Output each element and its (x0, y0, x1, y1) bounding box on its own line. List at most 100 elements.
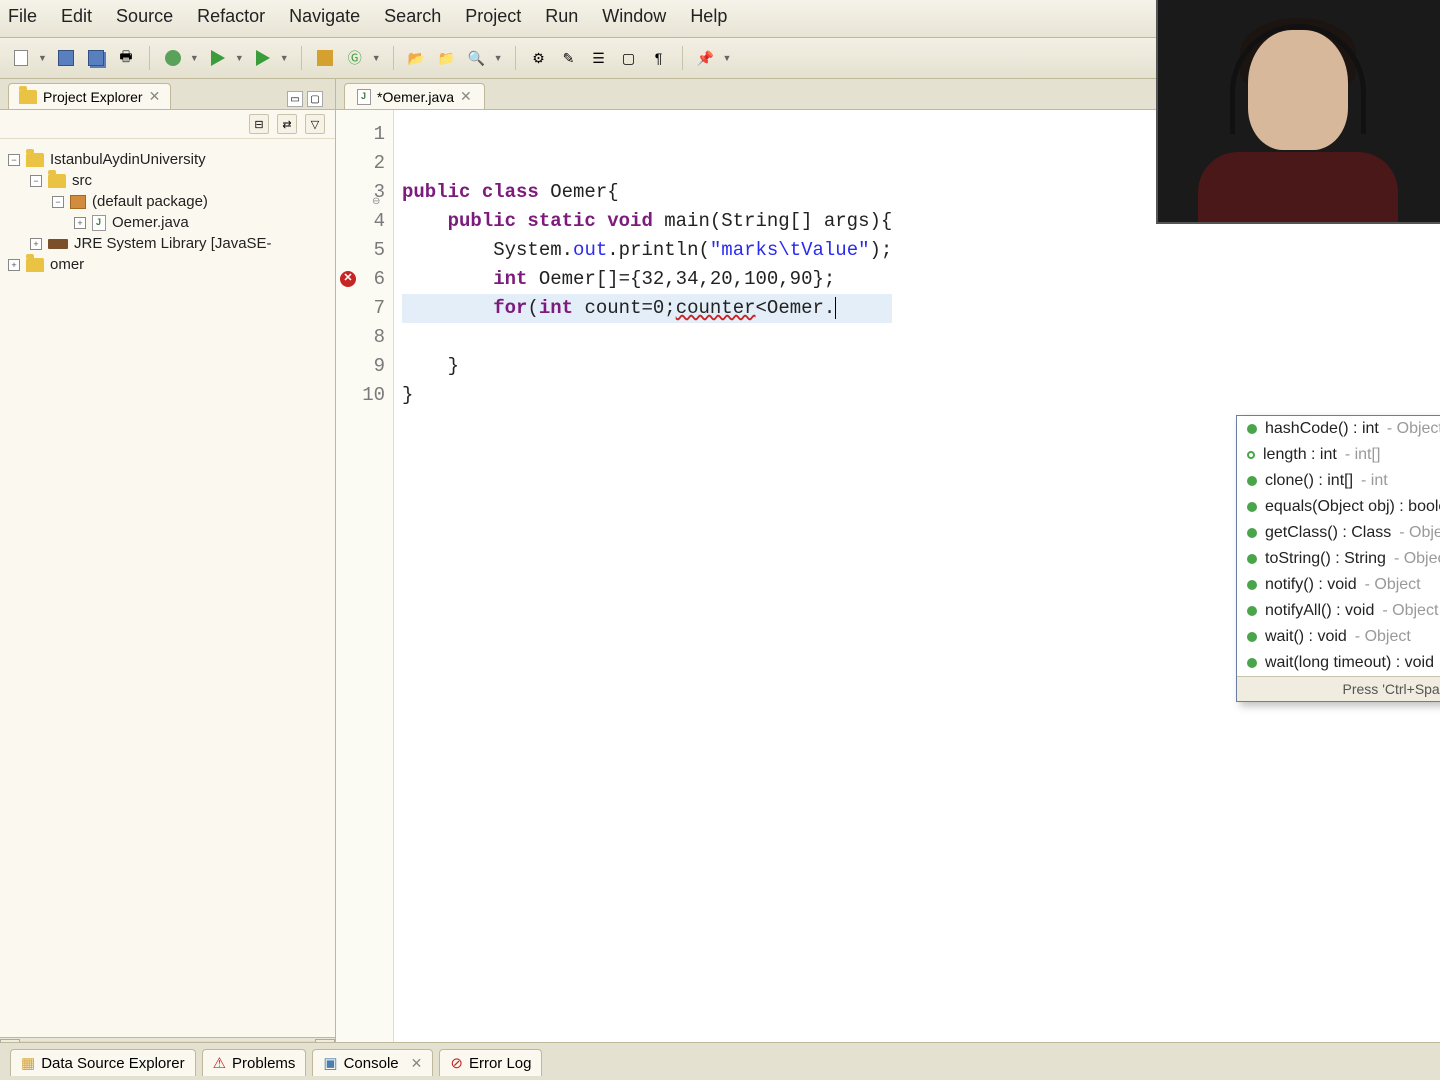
save-button[interactable] (55, 47, 77, 69)
method-icon (1247, 451, 1255, 459)
autocomplete-item[interactable]: toString() : String - Object (1237, 546, 1440, 572)
pin-button[interactable]: 📌 (695, 47, 717, 69)
close-icon[interactable]: ✕ (460, 88, 472, 105)
package-icon (70, 195, 86, 209)
project-explorer-tab[interactable]: Project Explorer ✕ (8, 83, 171, 109)
debug-button[interactable] (162, 47, 184, 69)
collapse-icon[interactable]: − (30, 175, 42, 187)
autocomplete-item[interactable]: wait(long timeout) : void - Object (1237, 650, 1440, 676)
mark-button[interactable]: ✎ (558, 47, 580, 69)
expand-icon[interactable]: + (74, 217, 86, 229)
menu-search[interactable]: Search (384, 6, 441, 27)
minimize-icon[interactable]: ▭ (287, 91, 303, 107)
autocomplete-popup[interactable]: hashCode() : int - Objectlength : int - … (1236, 415, 1440, 702)
autocomplete-hint: Press 'Ctrl+Space' to show Template P (1237, 676, 1440, 701)
editor-tab[interactable]: *Oemer.java ✕ (344, 83, 485, 109)
autocomplete-item[interactable]: hashCode() : int - Object (1237, 416, 1440, 442)
project-tree[interactable]: −IstanbulAydinUniversity −src −(default … (0, 139, 335, 1037)
suggestion-origin: - Object (1355, 628, 1411, 646)
tree-other-project[interactable]: omer (50, 256, 84, 273)
show-para-button[interactable]: ¶ (648, 47, 670, 69)
new-icon (14, 50, 28, 66)
new-package-button[interactable] (314, 47, 336, 69)
autocomplete-item[interactable]: notifyAll() : void - Object (1237, 598, 1440, 624)
error-icon[interactable]: ✕ (340, 271, 356, 287)
menu-window[interactable]: Window (602, 6, 666, 27)
menu-file[interactable]: File (8, 6, 37, 27)
dropdown-icon[interactable]: ▼ (494, 53, 503, 63)
method-icon (1247, 476, 1257, 486)
editor-tab-label: *Oemer.java (377, 89, 454, 105)
link-editor-button[interactable]: ⇄ (277, 114, 297, 134)
menu-navigate[interactable]: Navigate (289, 6, 360, 27)
method-icon (1247, 528, 1257, 538)
suggestion-origin: - int[] (1345, 446, 1381, 464)
suggestion-signature: clone() : int[] (1265, 472, 1353, 490)
view-menu-button[interactable]: ▽ (305, 114, 325, 134)
method-icon (1247, 658, 1257, 668)
dropdown-icon[interactable]: ▼ (235, 53, 244, 63)
autocomplete-item[interactable]: getClass() : Class - Object (1237, 520, 1440, 546)
tree-package[interactable]: (default package) (92, 193, 208, 210)
tree-file[interactable]: Oemer.java (112, 214, 189, 231)
tab-error-log[interactable]: ⊘Error Log (439, 1049, 542, 1076)
folder-icon (19, 90, 37, 104)
run-icon (211, 50, 225, 66)
menu-refactor[interactable]: Refactor (197, 6, 265, 27)
dropdown-icon[interactable]: ▼ (38, 53, 47, 63)
new-class-button[interactable]: Ⓖ (344, 47, 366, 69)
run-button[interactable] (207, 47, 229, 69)
autocomplete-item[interactable]: wait() : void - Object (1237, 624, 1440, 650)
maximize-icon[interactable]: ▢ (307, 91, 323, 107)
collapse-icon[interactable]: − (8, 154, 20, 166)
method-icon (1247, 424, 1257, 434)
tab-problems[interactable]: ⚠Problems (202, 1049, 307, 1076)
autocomplete-item[interactable]: length : int - int[] (1237, 442, 1440, 468)
suggestion-signature: notifyAll() : void (1265, 602, 1374, 620)
save-all-icon (88, 50, 104, 66)
collapse-all-button[interactable]: ⊟ (249, 114, 269, 134)
save-all-button[interactable] (85, 47, 107, 69)
suggestion-signature: notify() : void (1265, 576, 1357, 594)
tree-library[interactable]: JRE System Library [JavaSE- (74, 235, 272, 252)
new-button[interactable] (10, 47, 32, 69)
tab-data-source-explorer[interactable]: ▦Data Source Explorer (10, 1049, 196, 1076)
menu-project[interactable]: Project (465, 6, 521, 27)
menu-help[interactable]: Help (690, 6, 727, 27)
autocomplete-item[interactable]: notify() : void - Object (1237, 572, 1440, 598)
tree-src[interactable]: src (72, 172, 92, 189)
external-tools-button[interactable] (252, 47, 274, 69)
open-type-button[interactable]: 📂 (406, 47, 428, 69)
print-button[interactable]: 🖶 (115, 47, 137, 69)
close-icon[interactable]: ✕ (149, 88, 161, 105)
toggle-button[interactable]: ⚙ (528, 47, 550, 69)
source-code[interactable]: public class Oemer{ public static void m… (394, 110, 892, 1059)
close-icon[interactable]: ✕ (411, 1055, 423, 1072)
open-task-button[interactable]: 📁 (436, 47, 458, 69)
menu-run[interactable]: Run (545, 6, 578, 27)
expand-icon[interactable]: + (30, 238, 42, 250)
annotation-button[interactable]: ☰ (588, 47, 610, 69)
dropdown-icon[interactable]: ▼ (190, 53, 199, 63)
show-ws-button[interactable]: ▢ (618, 47, 640, 69)
tree-project[interactable]: IstanbulAydinUniversity (50, 151, 206, 168)
dropdown-icon[interactable]: ▼ (372, 53, 381, 63)
collapse-icon[interactable]: − (52, 196, 64, 208)
expand-icon[interactable]: + (8, 259, 20, 271)
library-icon (48, 239, 68, 249)
save-icon (58, 50, 74, 66)
db-icon: ▦ (21, 1054, 35, 1072)
autocomplete-item[interactable]: equals(Object obj) : boolean - Object (1237, 494, 1440, 520)
bug-icon (165, 50, 181, 66)
suggestion-origin: - Object (1382, 602, 1438, 620)
menu-edit[interactable]: Edit (61, 6, 92, 27)
dropdown-icon[interactable]: ▼ (723, 53, 732, 63)
suggestion-signature: length : int (1263, 446, 1337, 464)
webcam-overlay (1156, 0, 1440, 224)
tab-console[interactable]: ▣Console✕ (312, 1049, 433, 1076)
suggestion-signature: wait() : void (1265, 628, 1347, 646)
autocomplete-item[interactable]: clone() : int[] - int (1237, 468, 1440, 494)
dropdown-icon[interactable]: ▼ (280, 53, 289, 63)
search-button[interactable]: 🔍 (466, 47, 488, 69)
menu-source[interactable]: Source (116, 6, 173, 27)
